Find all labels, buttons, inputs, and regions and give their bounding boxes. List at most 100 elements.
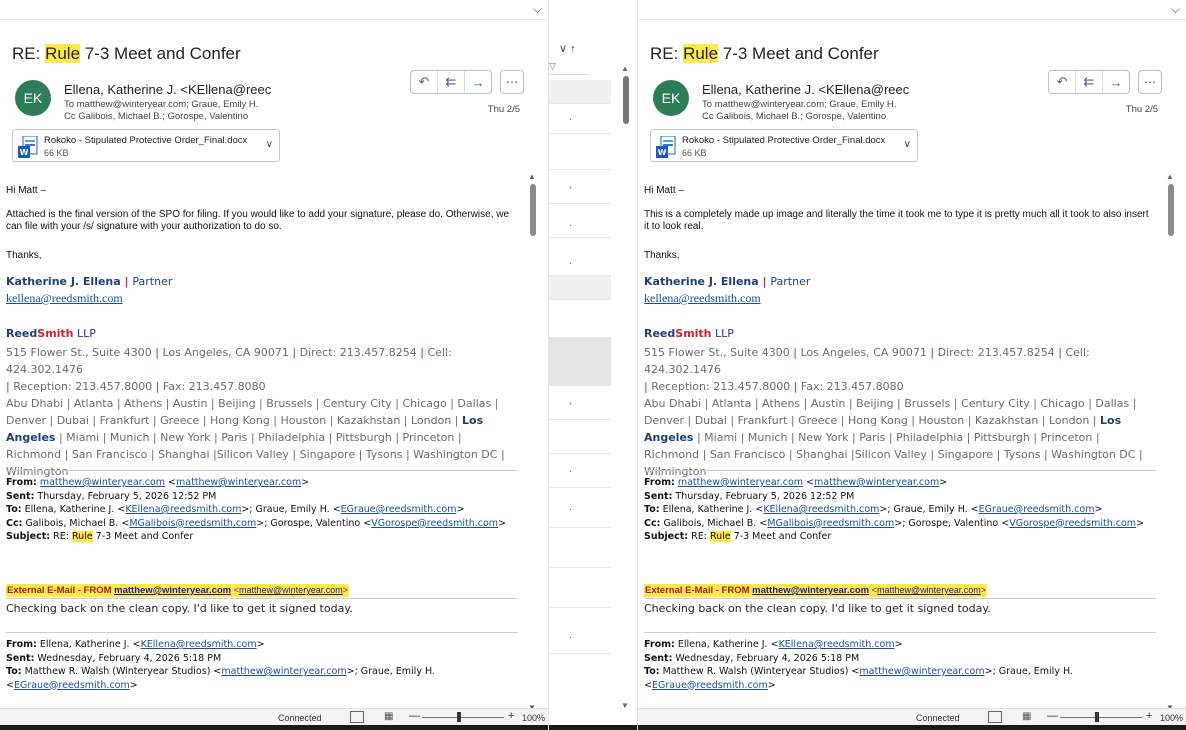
connection-status: Connected <box>916 713 960 723</box>
email-link[interactable]: matthew@winteryear.com <box>221 666 346 677</box>
list-item[interactable] <box>549 80 611 104</box>
word-doc-icon: W <box>656 136 676 158</box>
forward-icon[interactable]: → <box>1103 71 1129 93</box>
scroll-up-icon[interactable]: ▲ <box>1166 172 1174 181</box>
reply-all-icon[interactable]: ⇇ <box>1076 71 1103 93</box>
reading-view-icon[interactable]: ▦ <box>1022 711 1031 722</box>
list-item[interactable] <box>549 276 611 300</box>
greeting: Hi Matt – <box>644 185 685 196</box>
chevron-down-icon[interactable]: ⌵ <box>533 2 542 17</box>
zoom-in-button[interactable]: + <box>508 710 514 722</box>
signature-name: Katherine J. Ellena | Partner <box>6 275 173 288</box>
email-link[interactable]: KEllena@reedsmith.com <box>763 504 879 515</box>
email-link[interactable]: EGraue@reedsmith.com <box>979 504 1095 515</box>
scroll-up-icon[interactable]: ▲ <box>528 172 536 181</box>
list-item[interactable] <box>549 420 611 454</box>
zoom-in-button[interactable]: + <box>1146 710 1152 722</box>
list-item[interactable]: . <box>549 204 611 238</box>
email-link[interactable]: KEllena@reedsmith.com <box>125 504 241 515</box>
sender-name[interactable]: Ellena, Katherine J. <KEllena@reec <box>64 82 271 97</box>
email-link[interactable]: matthew@winteryear.com <box>752 585 869 596</box>
vertical-scrollbar[interactable]: ▲ ▼ <box>528 172 538 712</box>
email-link[interactable]: matthew@winteryear.com <box>176 477 301 488</box>
reading-pane-left: ⌵ RE: Rule 7-3 Meet and Confer EK Ellena… <box>0 0 548 730</box>
email-link[interactable]: VGorospe@reedsmith.com <box>1009 518 1136 529</box>
zoom-slider-thumb[interactable] <box>457 712 461 722</box>
list-item[interactable]: . <box>549 386 611 420</box>
zoom-slider[interactable] <box>1060 717 1142 718</box>
email-link[interactable]: KEllena@reedsmith.com <box>779 639 895 650</box>
word-doc-icon: W <box>18 136 38 158</box>
message-body: Hi Matt – This is a completely made up i… <box>644 178 1156 706</box>
scroll-thumb[interactable] <box>623 76 629 124</box>
list-item[interactable]: . <box>549 488 611 528</box>
scroll-down-icon[interactable]: ▼ <box>621 701 629 710</box>
list-item-selected[interactable] <box>549 338 611 386</box>
avatar: EK <box>15 80 51 116</box>
external-email-banner: External E-Mail - FROM matthew@winteryea… <box>644 584 987 597</box>
zoom-level: 100% <box>1160 713 1184 723</box>
email-link[interactable]: matthew@winteryear.com <box>877 585 981 595</box>
list-item[interactable]: . <box>549 454 611 488</box>
filter-icon[interactable]: ▽ <box>549 61 589 75</box>
scroll-up-icon[interactable]: ▲ <box>621 64 629 73</box>
list-scrollbar[interactable]: ▲ ▼ <box>621 64 631 710</box>
email-link[interactable]: EGraue@reedsmith.com <box>341 504 457 515</box>
email-link[interactable]: matthew@winteryear.com <box>814 477 939 488</box>
cc-recipients: Cc Galibois, Michael B.; Gorospe, Valent… <box>702 111 887 122</box>
sender-name[interactable]: Ellena, Katherine J. <KEllena@reec <box>702 82 909 97</box>
scroll-thumb[interactable] <box>530 184 536 236</box>
email-link[interactable]: matthew@winteryear.com <box>114 585 231 596</box>
list-item[interactable]: . <box>549 608 611 654</box>
list-item[interactable] <box>549 300 611 338</box>
list-item[interactable]: . <box>549 104 611 134</box>
reply-all-icon[interactable]: ⇇ <box>438 71 465 93</box>
more-icon[interactable]: ⋯ <box>500 70 524 94</box>
zoom-out-button[interactable]: — <box>1047 710 1058 722</box>
reply-icon[interactable]: ↶ <box>1049 71 1076 93</box>
email-link[interactable]: VGorospe@reedsmith.com <box>371 518 498 529</box>
chevron-down-icon[interactable]: ∨ <box>266 139 273 150</box>
list-item[interactable] <box>549 528 611 568</box>
chevron-down-icon[interactable]: ⌵ <box>1171 2 1180 17</box>
signature-email[interactable]: kellena@reedsmith.com <box>644 292 761 304</box>
forward-icon[interactable]: → <box>465 71 491 93</box>
firm-name: ReedSmith LLP <box>6 327 96 340</box>
attachment-card[interactable]: W Rokoko - Stipulated Protective Order_F… <box>12 129 280 162</box>
list-item[interactable] <box>549 134 611 170</box>
list-item[interactable]: . <box>549 238 611 276</box>
external-email-banner: External E-Mail - FROM matthew@winteryea… <box>6 584 349 597</box>
reading-view-icon[interactable]: ▦ <box>384 711 393 722</box>
email-link[interactable]: MGalibois@reedsmith.com <box>767 518 894 529</box>
firm-name: ReedSmith LLP <box>644 327 734 340</box>
external-message: Checking back on the clean copy. I'd lik… <box>644 602 991 615</box>
attachment-card[interactable]: W Rokoko - Stipulated Protective Order_F… <box>650 129 918 162</box>
email-link[interactable]: EGraue@reedsmith.com <box>652 680 768 691</box>
list-item[interactable]: . <box>549 170 611 204</box>
email-link[interactable]: matthew@winteryear.com <box>239 585 343 595</box>
email-link[interactable]: EGraue@reedsmith.com <box>14 680 130 691</box>
email-link[interactable]: matthew@winteryear.com <box>40 477 165 488</box>
signature-email[interactable]: kellena@reedsmith.com <box>6 292 123 304</box>
zoom-out-button[interactable]: — <box>409 710 420 722</box>
to-recipients: To matthew@winteryear.com; Graue, Emily … <box>702 99 897 110</box>
reply-icon[interactable]: ↶ <box>411 71 438 93</box>
email-link[interactable]: matthew@winteryear.com <box>859 666 984 677</box>
reading-pane-right: ⌵ RE: Rule 7-3 Meet and Confer EK Ellena… <box>638 0 1186 730</box>
email-link[interactable]: MGalibois@reedsmith.com <box>129 518 256 529</box>
vertical-scrollbar[interactable]: ▲ ▼ <box>1166 172 1176 712</box>
status-bar: Connected ▦ — + 100% <box>0 708 548 725</box>
chevron-down-icon[interactable]: ∨ <box>904 139 911 150</box>
email-link[interactable]: matthew@winteryear.com <box>678 477 803 488</box>
more-icon[interactable]: ⋯ <box>1138 70 1162 94</box>
scroll-thumb[interactable] <box>1168 184 1174 236</box>
normal-view-icon[interactable] <box>350 711 364 723</box>
email-link[interactable]: KEllena@reedsmith.com <box>141 639 257 650</box>
message-body: Hi Matt – Attached is the final version … <box>6 178 518 706</box>
sort-controls[interactable]: ∨ ↑ <box>559 42 576 55</box>
list-item[interactable] <box>549 568 611 608</box>
zoom-slider-thumb[interactable] <box>1095 712 1099 722</box>
divider <box>6 632 518 633</box>
zoom-slider[interactable] <box>422 717 504 718</box>
normal-view-icon[interactable] <box>988 711 1002 723</box>
